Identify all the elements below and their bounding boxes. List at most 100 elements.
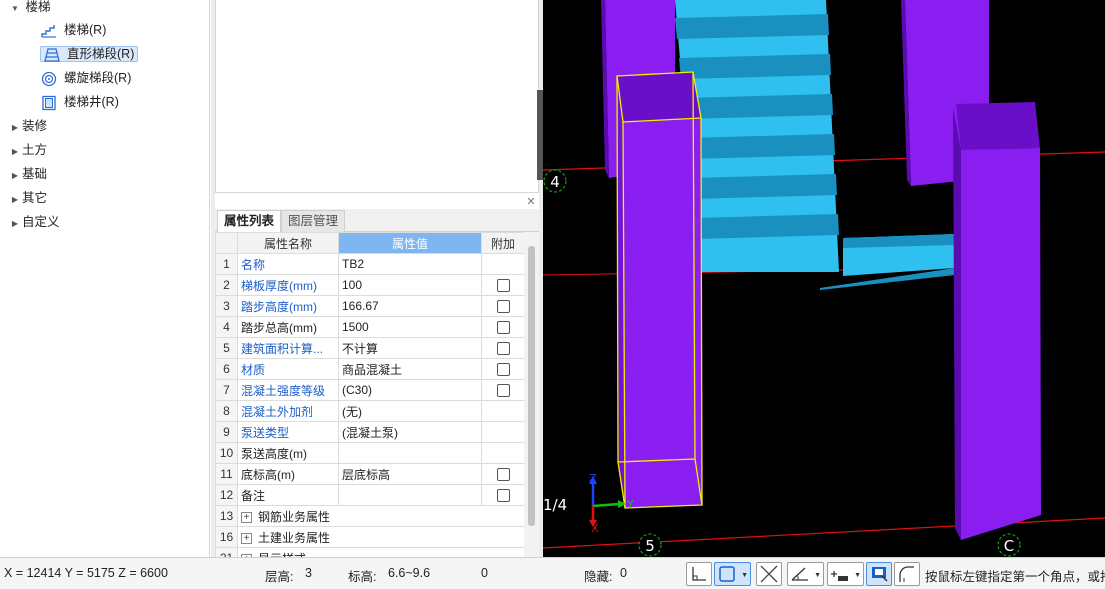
property-name: 泵送高度(m) (237, 442, 339, 464)
svg-text:4: 4 (550, 173, 560, 191)
row-number: 10 (215, 442, 238, 464)
attach-checkbox[interactable] (496, 342, 510, 356)
tree-node-label: 自定义 (22, 215, 60, 229)
expand-plus-icon[interactable]: + (241, 511, 252, 523)
tree-item-stairwell[interactable]: 楼梯井(R) (40, 91, 119, 113)
column-right[interactable] (953, 102, 1041, 540)
attach-checkbox[interactable] (496, 363, 510, 377)
property-row[interactable]: 5 建筑面积计算... 不计算 (215, 337, 524, 359)
tree-node-earthwork[interactable]: ▶ 土方 (0, 139, 47, 161)
straight-flight-icon (44, 48, 60, 62)
svg-text:1/4: 1/4 (543, 496, 567, 514)
tree-item-straight-flight[interactable]: 直形梯段(R) (40, 43, 139, 65)
tree-node-label: 楼梯 (25, 0, 51, 14)
tree-node-label: 基础 (22, 167, 48, 181)
property-row[interactable]: 6 材质 商品混凝土 (215, 358, 524, 380)
row-number: 6 (215, 358, 238, 380)
attach-checkbox[interactable] (496, 384, 510, 398)
grid-scrollbar[interactable] (524, 232, 539, 557)
cross-snap-button[interactable] (756, 562, 782, 586)
row-number: 3 (215, 295, 238, 317)
row-number: 21 (215, 547, 238, 557)
caret-right-icon[interactable]: ▶ (8, 165, 22, 187)
dynamic-input-button[interactable] (866, 562, 892, 586)
property-value-field[interactable] (338, 484, 482, 506)
property-row[interactable]: 8 混凝土外加剂 (无) (215, 400, 524, 422)
arc-snap-button[interactable] (894, 562, 920, 586)
attach-checkbox[interactable] (496, 489, 510, 503)
property-row[interactable]: 21+显示样式 (215, 547, 524, 557)
property-row[interactable]: 10 泵送高度(m) (215, 442, 524, 464)
tree-node-decoration[interactable]: ▶ 装修 (0, 115, 47, 137)
property-value-field[interactable]: (混凝土泵) (338, 421, 482, 443)
property-value-field[interactable]: 100 (338, 274, 482, 296)
caret-right-icon[interactable]: ▶ (8, 213, 22, 235)
ortho-toggle-button[interactable] (686, 562, 712, 586)
tab-layer-management[interactable]: 图层管理 (281, 210, 346, 232)
caret-right-icon[interactable]: ▶ (8, 141, 22, 163)
header-value: 属性值 (338, 232, 482, 254)
header-name: 属性名称 (237, 232, 339, 254)
tree-item-stair[interactable]: 楼梯(R) (40, 19, 106, 41)
property-row[interactable]: 9 泵送类型 (混凝土泵) (215, 421, 524, 443)
property-value-field[interactable] (338, 442, 482, 464)
attach-checkbox[interactable] (496, 321, 510, 335)
property-value-field[interactable]: TB2 (338, 253, 482, 275)
property-row[interactable]: 12 备注 (215, 484, 524, 506)
close-icon[interactable]: ✕ (524, 196, 538, 208)
caret-down-icon[interactable]: ▼ (8, 0, 22, 20)
tree-node-foundation[interactable]: ▶ 基础 (0, 163, 47, 185)
header-num (215, 232, 238, 254)
tree-node-custom[interactable]: ▶ 自定义 (0, 211, 60, 233)
snap-dropdown-button[interactable]: ▼ (714, 562, 751, 586)
property-value-field[interactable]: 不计算 (338, 337, 482, 359)
expand-plus-icon[interactable]: + (241, 532, 252, 544)
property-name: 混凝土强度等级 (237, 379, 339, 401)
property-value-field[interactable]: (无) (338, 400, 482, 422)
attach-checkbox[interactable] (496, 468, 510, 482)
svg-text:X: X (591, 522, 599, 535)
scene[interactable]: 4 1/4 5 C Z Y X (543, 0, 1105, 557)
tab-property-list[interactable]: 属性列表 (217, 210, 282, 232)
chevron-down-icon: ▼ (814, 572, 821, 579)
floor-height-label: 层高: (265, 570, 294, 584)
attach-checkbox[interactable] (496, 279, 510, 293)
property-name: 泵送类型 (237, 421, 339, 443)
extra-cell (481, 274, 524, 296)
selected-column[interactable] (616, 71, 703, 509)
property-row[interactable]: 3 踏步高度(mm) 166.67 (215, 295, 524, 317)
property-value-field[interactable]: 层底标高 (338, 463, 482, 485)
angle-dropdown-button[interactable]: ▼ (787, 562, 824, 586)
tree-item-spiral-flight[interactable]: 螺旋梯段(R) (40, 67, 131, 89)
cross-icon (760, 565, 778, 583)
property-value-field[interactable]: (C30) (338, 379, 482, 401)
row-number: 12 (215, 484, 238, 506)
property-value-field[interactable]: 商品混凝土 (338, 358, 482, 380)
property-row[interactable]: 4 踏步总高(mm) 1500 (215, 316, 524, 338)
offset-dropdown-button[interactable]: ▼ (827, 562, 864, 586)
property-row[interactable]: 1 名称 TB2 (215, 253, 524, 275)
angle-icon (791, 567, 808, 581)
property-row[interactable]: 16 + 土建业务属性 (215, 526, 524, 548)
property-row[interactable]: 11 底标高(m) 层底标高 (215, 463, 524, 485)
group-label: 钢筋业务属性 (258, 509, 331, 524)
property-value-field[interactable]: 1500 (338, 316, 482, 338)
caret-right-icon[interactable]: ▶ (8, 189, 22, 211)
3d-viewport[interactable]: 4 1/4 5 C Z Y X (543, 0, 1105, 557)
scroll-thumb[interactable] (528, 246, 535, 526)
caret-right-icon[interactable]: ▶ (8, 117, 22, 139)
axis-bubble-4: 4 (543, 169, 567, 193)
header-extra: 附加 (481, 232, 524, 254)
tree-node-other[interactable]: ▶ 其它 (0, 187, 47, 209)
tree-node-stairs[interactable]: ▼ 楼梯 (0, 0, 51, 20)
property-name: + 土建业务属性 (237, 526, 524, 548)
arc-icon (899, 566, 914, 582)
collapse-handle[interactable] (537, 90, 543, 180)
property-row[interactable]: 7 混凝土强度等级 (C30) (215, 379, 524, 401)
row-number: 1 (215, 253, 238, 275)
property-row[interactable]: 2 梯板厚度(mm) 100 (215, 274, 524, 296)
attach-checkbox[interactable] (496, 300, 510, 314)
property-value-field[interactable]: 166.67 (338, 295, 482, 317)
property-row[interactable]: 13 + 钢筋业务属性 (215, 505, 524, 527)
extra-cell (481, 337, 524, 359)
